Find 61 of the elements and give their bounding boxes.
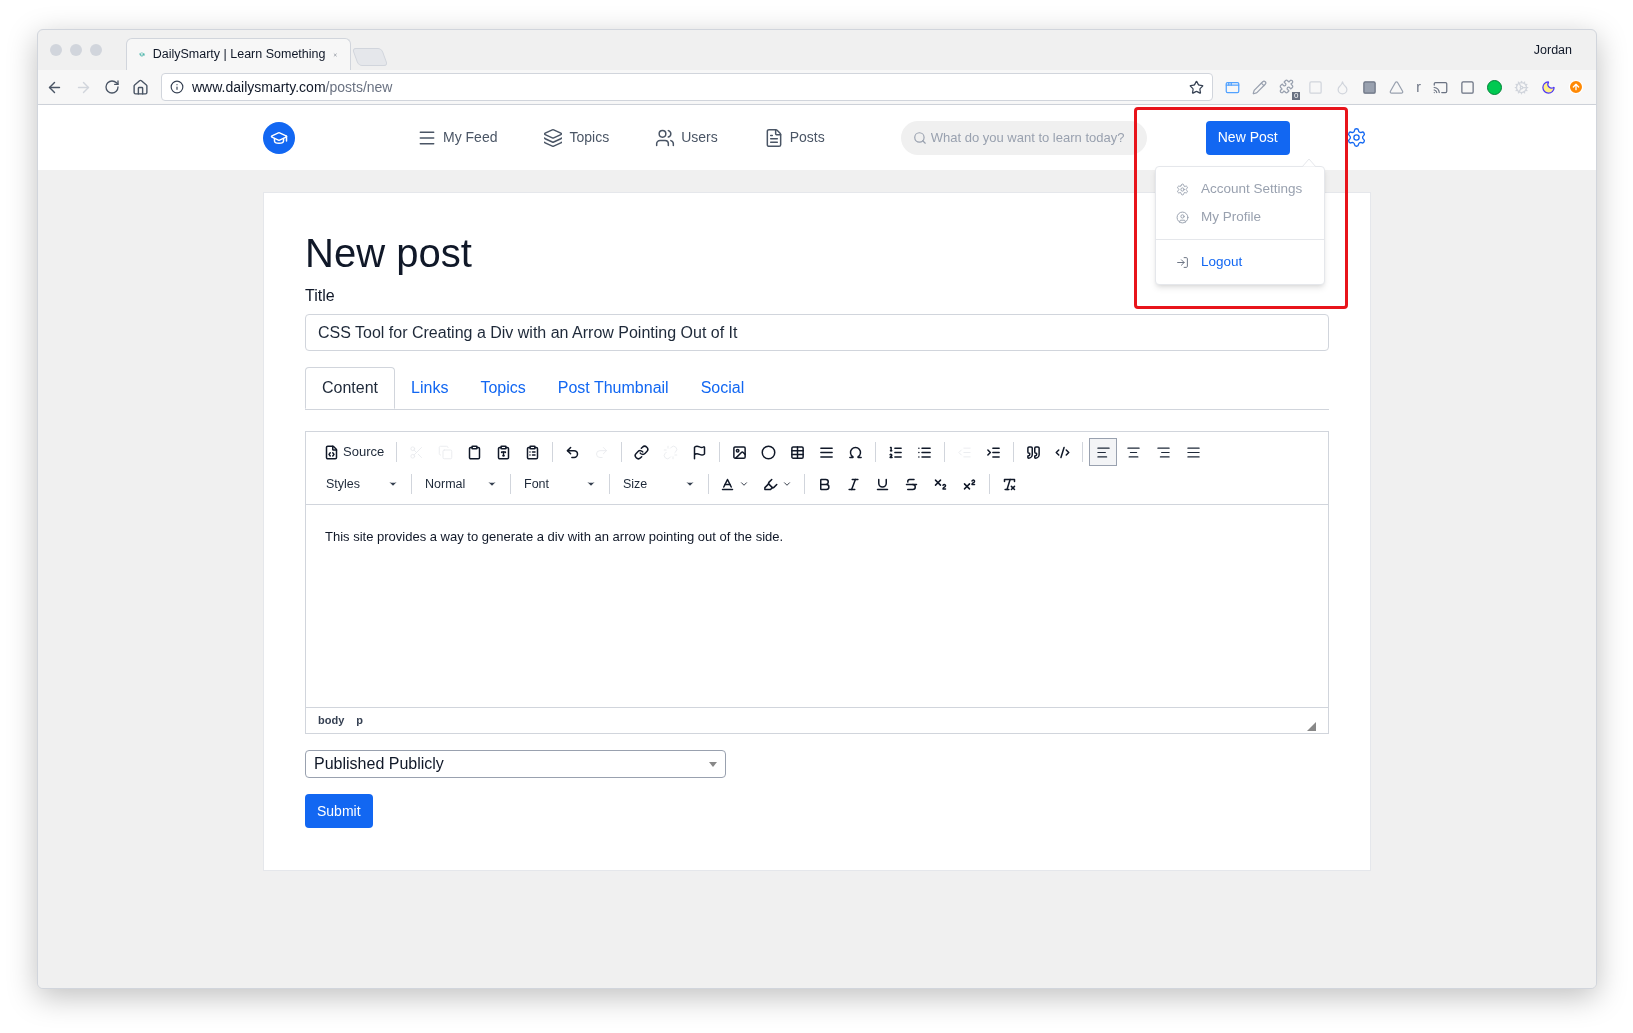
profile-name[interactable]: Jordan [1533,40,1572,60]
extension-badge: 0 [1291,91,1301,100]
moon-icon[interactable] [1541,79,1556,95]
caret-icon [487,479,497,489]
circle-extension-icon[interactable] [1487,79,1502,95]
search-field[interactable]: What do you want to learn today? [900,120,1147,155]
element-path-link[interactable]: p [356,712,363,729]
align-center-icon [1125,444,1141,460]
menu-item[interactable]: Logout [1156,248,1324,276]
align-right-icon [1155,444,1171,460]
settings-icon [1176,182,1189,196]
new-post-button[interactable]: New Post [1205,120,1290,155]
tab[interactable]: Post Thumbnail [541,367,685,409]
format-dropdown[interactable]: Size [615,470,703,498]
caret-icon [709,761,717,767]
users-icon [655,127,676,148]
nav-link[interactable]: My Feed [417,127,498,148]
settings-icon[interactable] [1346,127,1367,148]
format-dropdown[interactable]: Styles [318,470,406,498]
caret-icon [388,479,398,489]
format-dropdown[interactable]: Normal [417,470,505,498]
caret-icon [685,479,695,489]
source-button[interactable]: Source [318,438,391,466]
tab[interactable]: Social [684,367,761,409]
caret-icon [586,479,596,489]
cast-icon[interactable] [1433,79,1448,95]
align-left-icon [1095,444,1111,460]
align-justify-icon [1185,444,1201,460]
element-path-link[interactable]: body [318,712,345,729]
home-icon[interactable] [132,78,149,96]
title-input[interactable]: CSS Tool for Creating a Div with an Arrow Pointing Out of It [305,314,1329,351]
tab[interactable]: Topics [464,367,542,409]
caret-icon [782,479,792,489]
user-circle-icon [1176,210,1189,224]
editor-content[interactable]: This site provides a way to generate a div with an arrow pointing out of the side. [306,505,1328,707]
tab[interactable]: Content [305,367,396,409]
info-icon [170,80,184,94]
nav-link[interactable]: Posts [763,127,825,148]
tab-title: DailySmarty | Learn Something [152,46,326,64]
resize-handle-icon[interactable] [1307,722,1316,731]
layers-icon [543,127,564,148]
search-icon [912,130,927,145]
tab[interactable]: Links [395,367,465,409]
address-bar[interactable]: www.dailysmarty.com/posts/new [161,73,1214,101]
title-label: Title [305,286,336,306]
site-logo[interactable] [263,121,295,154]
letter-extension-icon[interactable]: r [1416,76,1421,98]
logout-icon [1176,255,1189,269]
align-button[interactable] [1089,438,1118,466]
format-dropdown[interactable]: Font [516,470,604,498]
editor-paragraph: This site provides a way to generate a div with an arrow pointing out of the side. [325,528,785,546]
nav-link[interactable]: Topics [543,127,610,148]
reload-icon[interactable] [104,79,120,95]
nav-link[interactable]: Users [655,127,718,148]
browser-tab[interactable]: DailySmarty | Learn Something [126,38,351,70]
submit-button[interactable]: Submit [305,794,373,828]
bookmark-star-icon[interactable] [1189,79,1205,95]
page-heading: New post [305,230,472,277]
visibility-select[interactable]: Published Publicly [305,750,726,778]
caret-icon [739,479,749,489]
url-text: www.dailysmarty.com/posts/new [192,77,393,97]
